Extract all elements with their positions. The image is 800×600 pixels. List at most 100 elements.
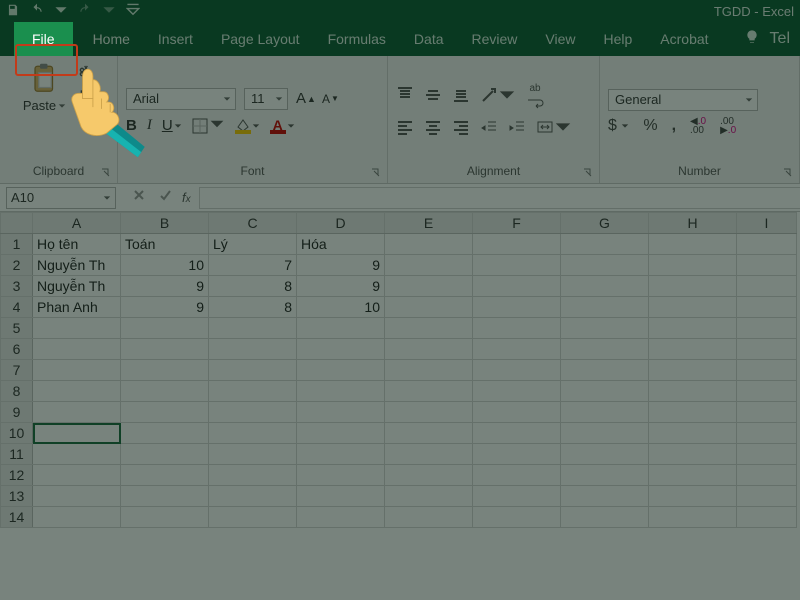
cell[interactable]	[649, 402, 737, 423]
cell[interactable]: Nguyễn Th	[33, 276, 121, 297]
row-header[interactable]: 6	[1, 339, 33, 360]
cell[interactable]	[297, 318, 385, 339]
cell[interactable]: Hóa	[297, 234, 385, 255]
tab-formulas[interactable]: Formulas	[314, 22, 400, 56]
cell[interactable]	[649, 234, 737, 255]
cell[interactable]	[473, 423, 561, 444]
cell[interactable]	[473, 381, 561, 402]
cell[interactable]	[121, 465, 209, 486]
col-header[interactable]: C	[209, 213, 297, 234]
cell[interactable]	[297, 423, 385, 444]
cell[interactable]	[121, 402, 209, 423]
cell[interactable]: 10	[297, 297, 385, 318]
underline-button[interactable]: U	[162, 117, 182, 134]
tab-review[interactable]: Review	[458, 22, 532, 56]
cell[interactable]	[33, 465, 121, 486]
row-header[interactable]: 10	[1, 423, 33, 444]
qat-customize-icon[interactable]	[126, 3, 140, 20]
tab-page-layout[interactable]: Page Layout	[207, 22, 314, 56]
cell[interactable]	[33, 486, 121, 507]
name-box[interactable]: A10	[6, 187, 116, 209]
cell[interactable]	[385, 360, 473, 381]
borders-button[interactable]	[192, 116, 225, 136]
decrease-indent-icon[interactable]	[480, 118, 498, 141]
cell[interactable]	[385, 486, 473, 507]
col-header[interactable]: A	[33, 213, 121, 234]
align-left-icon[interactable]	[396, 118, 414, 141]
cell[interactable]	[385, 402, 473, 423]
font-color-button[interactable]: A	[270, 117, 295, 134]
cell[interactable]	[649, 423, 737, 444]
font-launcher-icon[interactable]	[371, 167, 383, 179]
align-bottom-icon[interactable]	[452, 86, 470, 109]
col-header[interactable]: D	[297, 213, 385, 234]
redo-icon[interactable]	[78, 3, 92, 20]
cell[interactable]	[561, 507, 649, 528]
cell[interactable]	[33, 507, 121, 528]
tell-me-icon[interactable]	[744, 29, 760, 50]
cell[interactable]	[297, 339, 385, 360]
cell[interactable]: 9	[297, 276, 385, 297]
cell[interactable]	[561, 339, 649, 360]
format-painter-icon[interactable]	[78, 116, 94, 137]
cell[interactable]	[737, 318, 797, 339]
increase-decimal-button[interactable]: ◀.0 .00	[690, 117, 706, 135]
number-launcher-icon[interactable]	[783, 167, 795, 179]
cell[interactable]: 9	[297, 255, 385, 276]
cell[interactable]	[561, 297, 649, 318]
cell[interactable]: Họ tên	[33, 234, 121, 255]
tab-help[interactable]: Help	[590, 22, 647, 56]
cell[interactable]	[209, 423, 297, 444]
orientation-icon[interactable]	[480, 86, 516, 109]
cell[interactable]: Phan Anh	[33, 297, 121, 318]
align-right-icon[interactable]	[452, 118, 470, 141]
cell[interactable]	[737, 255, 797, 276]
cell[interactable]	[473, 486, 561, 507]
cell[interactable]	[209, 381, 297, 402]
cell[interactable]	[561, 465, 649, 486]
copy-icon[interactable]	[78, 89, 94, 110]
increase-indent-icon[interactable]	[508, 118, 526, 141]
cell[interactable]	[209, 402, 297, 423]
cell[interactable]	[649, 255, 737, 276]
col-header[interactable]: H	[649, 213, 737, 234]
tab-file[interactable]: File	[14, 22, 73, 56]
cell[interactable]	[209, 507, 297, 528]
cell[interactable]	[473, 297, 561, 318]
cell[interactable]	[473, 444, 561, 465]
cell[interactable]	[297, 360, 385, 381]
col-header[interactable]: B	[121, 213, 209, 234]
cell[interactable]	[297, 402, 385, 423]
cell[interactable]	[385, 444, 473, 465]
cell[interactable]	[297, 465, 385, 486]
cell[interactable]	[649, 486, 737, 507]
cell[interactable]	[33, 360, 121, 381]
cell[interactable]	[561, 402, 649, 423]
wrap-text-icon[interactable]: ab	[526, 83, 544, 112]
cell[interactable]	[209, 339, 297, 360]
row-header[interactable]: 8	[1, 381, 33, 402]
cell[interactable]	[33, 339, 121, 360]
cell[interactable]: 8	[209, 297, 297, 318]
tab-insert[interactable]: Insert	[144, 22, 207, 56]
cell[interactable]	[385, 423, 473, 444]
tell-me-label[interactable]: Tel	[770, 30, 790, 48]
cell[interactable]	[33, 402, 121, 423]
cell[interactable]	[121, 339, 209, 360]
cell[interactable]	[473, 276, 561, 297]
enter-formula-icon[interactable]	[158, 188, 172, 207]
save-icon[interactable]	[6, 3, 20, 20]
undo-icon[interactable]	[30, 3, 44, 20]
cell[interactable]	[473, 318, 561, 339]
tab-data[interactable]: Data	[400, 22, 458, 56]
cell[interactable]	[473, 339, 561, 360]
cell[interactable]	[737, 360, 797, 381]
cell[interactable]	[121, 423, 209, 444]
col-header[interactable]: G	[561, 213, 649, 234]
cell[interactable]	[121, 507, 209, 528]
align-middle-icon[interactable]	[424, 86, 442, 109]
formula-input[interactable]	[199, 187, 800, 209]
cell[interactable]	[649, 465, 737, 486]
cell[interactable]	[561, 423, 649, 444]
cell[interactable]	[649, 339, 737, 360]
